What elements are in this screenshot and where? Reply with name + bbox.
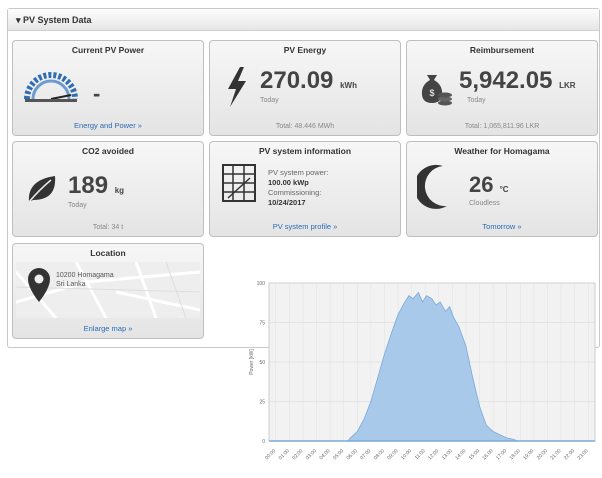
x-tick-label: 22:00 — [563, 448, 576, 461]
x-tick-label: 01:00 — [278, 448, 291, 461]
weather-value-wrap: 26 °C — [469, 172, 509, 198]
co2-value-wrap: 189 kg — [68, 172, 124, 200]
x-tick-label: 09:00 — [386, 448, 399, 461]
card-title: PV Energy — [283, 45, 327, 55]
x-tick-label: 17:00 — [495, 448, 508, 461]
y-tick-label: 100 — [257, 281, 266, 287]
location-address: 10200 Homagama — [56, 272, 114, 279]
weather-unit: °C — [499, 185, 509, 194]
x-tick-label: 06:00 — [346, 448, 359, 461]
location-card: Location 10200 Homagama Sri Lanka Enlarg… — [12, 243, 204, 339]
system-power-label: PV system power: — [268, 168, 329, 177]
pv-energy-value: 270.09 — [260, 67, 334, 94]
location-map[interactable]: 10200 Homagama Sri Lanka — [16, 262, 200, 318]
lightning-bolt-icon — [228, 67, 246, 107]
pv-energy-unit: kWh — [340, 81, 357, 90]
commissioning-label: Commissioning: — [268, 188, 322, 197]
system-power-value: 100.00 kWp — [268, 178, 309, 187]
x-tick-label: 00:00 — [264, 448, 277, 461]
x-tick-label: 15:00 — [468, 448, 481, 461]
pv-system-information-card: PV system information PV system power: 1… — [209, 141, 401, 237]
moon-icon — [417, 164, 447, 209]
location-country: Sri Lanka — [56, 281, 86, 288]
card-title: PV system information — [258, 146, 352, 156]
current-power-value: - — [93, 81, 101, 106]
reimbursement-period: Today — [467, 97, 486, 104]
x-tick-label: 20:00 — [536, 448, 549, 461]
x-tick-label: 05:00 — [332, 448, 345, 461]
weather-card: Weather for Homagama 26 °C Cloudless Tom… — [406, 141, 598, 237]
card-title: Reimbursement — [469, 45, 535, 55]
x-tick-label: 14:00 — [454, 448, 467, 461]
pv-system-profile-link[interactable]: PV system profile » — [210, 222, 400, 231]
y-axis-label: Power [kW] — [249, 349, 255, 375]
reimbursement-card: Reimbursement $ 5,942.05 LKR Today Total… — [406, 40, 598, 136]
co2-total: Total: 34 t — [92, 224, 124, 231]
co2-avoided-card: CO2 avoided 189 kg Today Total: 34 t — [12, 141, 204, 237]
solar-panel-icon — [222, 164, 256, 202]
x-tick-label: 12:00 — [427, 448, 440, 461]
pv-energy-value-wrap: 270.09 kWh — [260, 67, 357, 95]
x-tick-label: 10:00 — [400, 448, 413, 461]
y-tick-label: 75 — [259, 321, 265, 327]
y-tick-label: 25 — [259, 400, 265, 406]
commissioning-value: 10/24/2017 — [268, 198, 306, 207]
pv-power-chart: 0 25 50 75 100 00:00 01:00 02:00 03:00 04:00 05:00… — [243, 273, 601, 473]
y-tick-label: 0 — [262, 439, 265, 445]
svg-text:$: $ — [429, 88, 434, 98]
chart-svg: 0 25 50 75 100 00:00 01:00 02:00 03:00 04:00 05:00… — [249, 281, 596, 461]
gauge-icon — [24, 72, 78, 102]
x-tick-label: 11:00 — [414, 448, 427, 461]
x-tick-label: 07:00 — [359, 448, 372, 461]
tomorrow-link[interactable]: Tomorrow » — [407, 222, 597, 231]
current-pv-power-card: Current PV Power - Energy and Power » — [12, 40, 204, 136]
co2-value: 189 — [68, 172, 109, 199]
x-tick-label: 13:00 — [441, 448, 454, 461]
card-title: CO2 avoided — [82, 146, 134, 156]
x-tick-label: 04:00 — [318, 448, 331, 461]
reimbursement-total: Total: 1,065,811.96 LKR — [464, 123, 540, 130]
panel-header[interactable]: ▾ PV System Data — [8, 9, 599, 31]
weather-condition: Cloudless — [469, 200, 500, 207]
pv-energy-card: PV Energy 270.09 kWh Today Total: 48.446… — [209, 40, 401, 136]
reimbursement-value-wrap: 5,942.05 LKR — [459, 67, 576, 95]
enlarge-map-link[interactable]: Enlarge map » — [13, 324, 203, 333]
reimbursement-value: 5,942.05 — [459, 67, 553, 94]
x-tick-label: 23:00 — [577, 448, 590, 461]
co2-unit: kg — [114, 186, 125, 195]
card-title: Location — [90, 248, 126, 258]
x-tick-label: 08:00 — [373, 448, 386, 461]
x-tick-label: 03:00 — [305, 448, 318, 461]
energy-and-power-link[interactable]: Energy and Power » — [13, 121, 203, 130]
leaf-icon — [28, 176, 56, 203]
reimbursement-unit: LKR — [559, 81, 576, 90]
x-tick-label: 19:00 — [522, 448, 535, 461]
x-tick-label: 21:00 — [549, 448, 562, 461]
card-title: Current PV Power — [71, 45, 145, 55]
pv-energy-period: Today — [260, 97, 279, 104]
y-tick-label: 50 — [259, 360, 265, 366]
weather-temp: 26 — [469, 172, 494, 197]
co2-period: Today — [68, 202, 87, 209]
money-bag-icon: $ — [421, 75, 452, 106]
x-tick-label: 02:00 — [291, 448, 304, 461]
pv-energy-total: Total: 48.446 MWh — [275, 123, 335, 130]
card-title: Weather for Homagama — [454, 146, 550, 156]
location-pin-icon — [28, 268, 50, 302]
x-tick-label: 18:00 — [509, 448, 522, 461]
x-tick-label: 16:00 — [481, 448, 494, 461]
